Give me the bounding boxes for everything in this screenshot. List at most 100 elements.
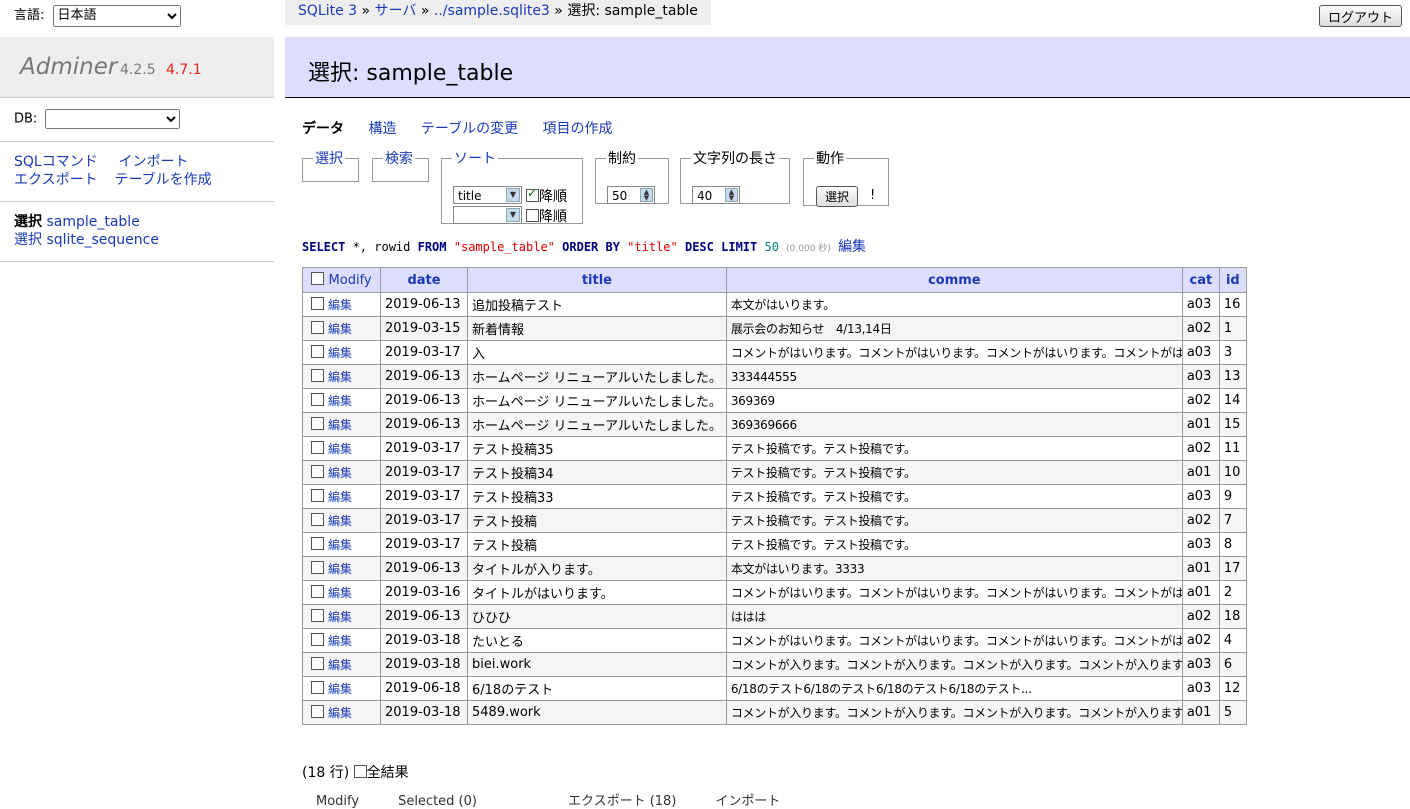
limit-input[interactable]: 50 ▲ ▼ (607, 186, 655, 204)
sort-desc-option[interactable]: 降順 (526, 186, 567, 206)
row-edit-link[interactable]: 編集 (328, 418, 352, 432)
all-results-checkbox[interactable] (353, 765, 367, 778)
sort-link[interactable]: ソート (452, 148, 498, 168)
row-edit-link[interactable]: 編集 (328, 370, 352, 384)
export-link[interactable]: エクスポート (14, 171, 110, 189)
row-checkbox[interactable] (311, 489, 324, 502)
row-edit-link[interactable]: 編集 (328, 634, 352, 648)
sql-order-column: "title" (627, 240, 678, 254)
table-select-link[interactable]: 選択 (14, 232, 42, 248)
text-length-input[interactable]: 40 ▲ ▼ (692, 186, 740, 204)
row-checkbox[interactable] (311, 297, 324, 310)
row-checkbox[interactable] (311, 441, 324, 454)
column-header-cat[interactable]: cat (1181, 267, 1220, 293)
row-checkbox[interactable] (311, 321, 324, 334)
row-edit-link[interactable]: 編集 (328, 586, 352, 600)
column-header-title[interactable]: title (467, 267, 727, 293)
table-select-link[interactable]: 選択 (14, 214, 42, 230)
cell-cat: a03 (1181, 484, 1220, 509)
db-selector: DB: (14, 109, 181, 129)
row-checkbox[interactable] (311, 705, 324, 718)
row-select-cell: 編集 (302, 532, 381, 557)
row-edit-link[interactable]: 編集 (328, 538, 352, 552)
modify-header: Modify (302, 267, 381, 293)
table-row: 編集 2019-06-13 ホームページ リニューアルいたしました。 36936966… (302, 412, 1247, 437)
row-checkbox[interactable] (311, 513, 324, 526)
row-select-cell: 編集 (302, 292, 381, 317)
column-header-comme[interactable]: comme (725, 267, 1183, 293)
row-checkbox[interactable] (311, 345, 324, 358)
sort-desc-option-2[interactable]: 降順 (526, 206, 567, 226)
create-table-link[interactable]: テーブルを作成 (114, 171, 211, 189)
row-checkbox[interactable] (311, 633, 324, 646)
row-checkbox[interactable] (311, 465, 324, 478)
table-name-link[interactable]: sample_table (46, 214, 139, 230)
edit-query-link[interactable]: 編集 (838, 239, 866, 255)
table-name-link[interactable]: sqlite_sequence (46, 232, 159, 248)
row-edit-link[interactable]: 編集 (328, 298, 352, 312)
cell-cat: a02 (1181, 316, 1220, 341)
table-item-sample_table: 選択 sample_table (14, 213, 159, 231)
row-edit-link[interactable]: 編集 (328, 610, 352, 624)
row-edit-link[interactable]: 編集 (328, 322, 352, 336)
row-checkbox[interactable] (311, 585, 324, 598)
breadcrumb-db[interactable]: ../sample.sqlite3 (434, 3, 550, 19)
app-name[interactable]: Adminer (20, 54, 117, 80)
row-checkbox[interactable] (311, 417, 324, 430)
row-edit-link[interactable]: 編集 (328, 706, 352, 720)
select-all-checkbox[interactable] (311, 272, 324, 285)
sql-command-link[interactable]: SQLコマンド (14, 153, 114, 171)
sort-desc-checkbox-2[interactable] (526, 209, 539, 222)
row-edit-link[interactable]: 編集 (328, 682, 352, 696)
row-edit-link[interactable]: 編集 (328, 514, 352, 528)
row-checkbox[interactable] (311, 681, 324, 694)
row-checkbox[interactable] (311, 537, 324, 550)
sort-desc-checkbox[interactable] (526, 186, 539, 202)
tab-new-item[interactable]: 項目の作成 (543, 121, 613, 137)
import-link[interactable]: インポート (118, 153, 188, 171)
new-version-link[interactable]: 4.7.1 (166, 62, 202, 78)
tab-data[interactable]: データ (302, 121, 344, 137)
sort-field-select[interactable]: title ▼ (453, 186, 522, 204)
row-edit-link[interactable]: 編集 (328, 394, 352, 408)
select-columns-link[interactable]: 選択 (313, 148, 345, 168)
tab-structure[interactable]: 構造 (368, 121, 396, 137)
modify-label[interactable]: Modify (329, 273, 372, 288)
row-edit-link[interactable]: 編集 (328, 562, 352, 576)
cell-date: 2019-06-13 (380, 556, 468, 581)
cell-cat: a03 (1181, 292, 1220, 317)
row-checkbox[interactable] (311, 561, 324, 574)
row-edit-link[interactable]: 編集 (328, 658, 352, 672)
bulk-actions: Modify Selected (0) エクスポート (18) インポート (316, 794, 781, 809)
row-edit-link[interactable]: 編集 (328, 346, 352, 360)
table-row: 編集 2019-03-17 テスト投稿 テスト投稿です。テスト投稿です。 a03 8 (302, 532, 1247, 557)
column-header-id[interactable]: id (1218, 267, 1247, 293)
row-edit-link[interactable]: 編集 (328, 442, 352, 456)
language-select[interactable]: 日本語 (52, 4, 181, 27)
cell-date: 2019-03-15 (380, 316, 468, 341)
logout-button[interactable]: ログアウト (1318, 5, 1402, 27)
text-length-fieldset: 文字列の長さ 40 ▲ ▼ (680, 148, 790, 204)
tab-alter-table[interactable]: テーブルの変更 (421, 121, 518, 137)
cell-title: ひひひ (467, 604, 727, 629)
table-row: 編集 2019-06-13 ホームページ リニューアルいたしました。 33344455… (302, 364, 1247, 389)
row-checkbox[interactable] (311, 609, 324, 622)
breadcrumb-driver[interactable]: SQLite 3 (298, 3, 357, 19)
breadcrumb-server[interactable]: サーバ (375, 3, 417, 19)
column-header-date[interactable]: date (380, 267, 468, 293)
cell-comme: 369369666 (725, 412, 1183, 437)
spinner-icon: ▲ ▼ (640, 188, 653, 202)
cell-id: 3 (1218, 340, 1247, 365)
search-link[interactable]: 検索 (383, 148, 415, 168)
row-edit-link[interactable]: 編集 (328, 490, 352, 504)
cell-title: テスト投稿 (467, 508, 727, 533)
db-select[interactable] (45, 109, 181, 129)
row-edit-link[interactable]: 編集 (328, 466, 352, 480)
select-submit-button[interactable]: 選択 (816, 186, 859, 207)
page-title: 選択: sample_table (308, 61, 514, 86)
cell-comme: コメントがはいります。コメントがはいります。コメントがはいります。コメントがはい… (725, 628, 1183, 653)
row-checkbox[interactable] (311, 369, 324, 382)
row-checkbox[interactable] (311, 657, 324, 670)
sort-field-select-2[interactable]: ▼ (453, 206, 522, 224)
row-checkbox[interactable] (311, 393, 324, 406)
